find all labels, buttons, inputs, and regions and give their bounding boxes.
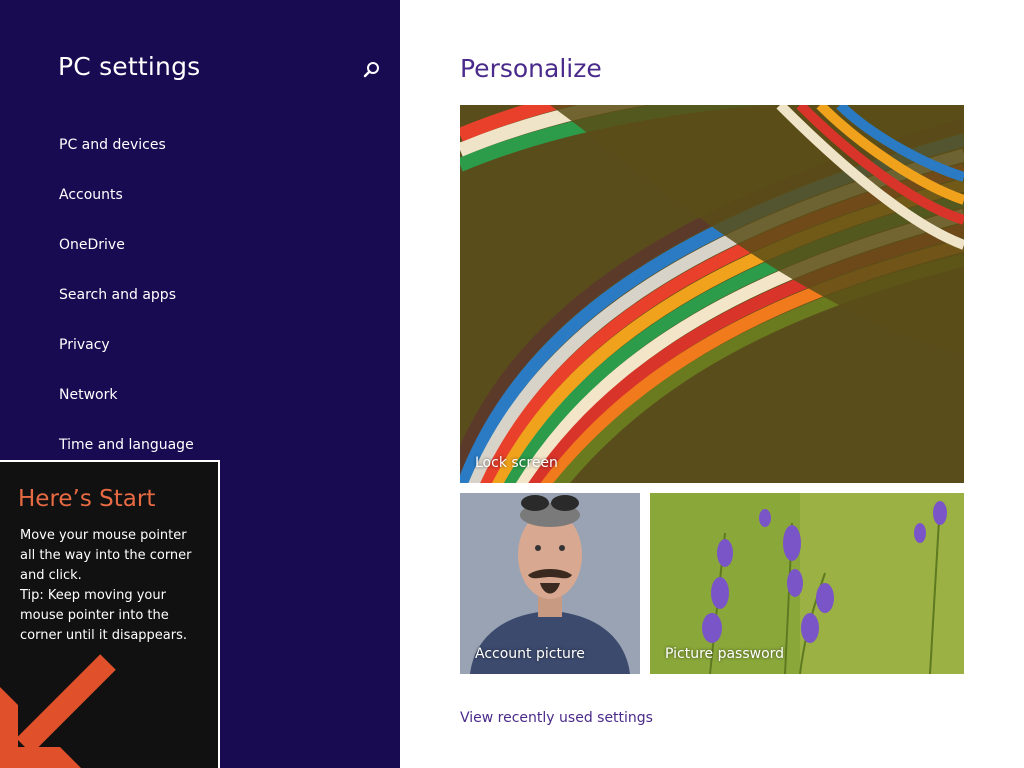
lock-screen-tile[interactable]: Lock screen: [460, 105, 964, 483]
search-button[interactable]: [358, 58, 384, 84]
page-title: Personalize: [460, 54, 602, 83]
sidebar-item-network[interactable]: Network: [59, 385, 117, 405]
tip-title: Here’s Start: [18, 486, 156, 512]
sidebar-item-privacy[interactable]: Privacy: [59, 335, 110, 355]
tip-text-line: Tip: Keep moving your: [20, 588, 166, 603]
tip-text-line: Move your mouse pointer: [20, 528, 187, 543]
sidebar-title: PC settings: [58, 52, 201, 81]
sidebar-item-onedrive[interactable]: OneDrive: [59, 235, 125, 255]
tip-text-line: all the way into the corner: [20, 548, 192, 563]
lock-screen-image: [460, 105, 964, 483]
sidebar-item-pc-and-devices[interactable]: PC and devices: [59, 135, 166, 155]
tip-text-line: and click.: [20, 568, 82, 583]
picture-password-label: Picture password: [665, 646, 785, 662]
search-icon: [363, 62, 379, 78]
tip-text-line: mouse pointer into the: [20, 608, 169, 623]
start-tip-panel: Here’s Start Move your mouse pointer all…: [0, 460, 220, 768]
account-picture-tile[interactable]: Account picture: [460, 493, 640, 674]
arrow-down-left-icon: [0, 654, 116, 768]
view-recent-settings-link[interactable]: View recently used settings: [460, 710, 653, 726]
lock-screen-label: Lock screen: [475, 455, 558, 471]
tip-text-line: corner until it disappears.: [20, 628, 188, 643]
sidebar-item-accounts[interactable]: Accounts: [59, 185, 123, 205]
sidebar-item-time-and-language[interactable]: Time and language: [59, 435, 194, 455]
sidebar-item-search-and-apps[interactable]: Search and apps: [59, 285, 176, 305]
account-picture-label: Account picture: [475, 646, 585, 662]
picture-password-tile[interactable]: Picture password: [650, 493, 964, 674]
